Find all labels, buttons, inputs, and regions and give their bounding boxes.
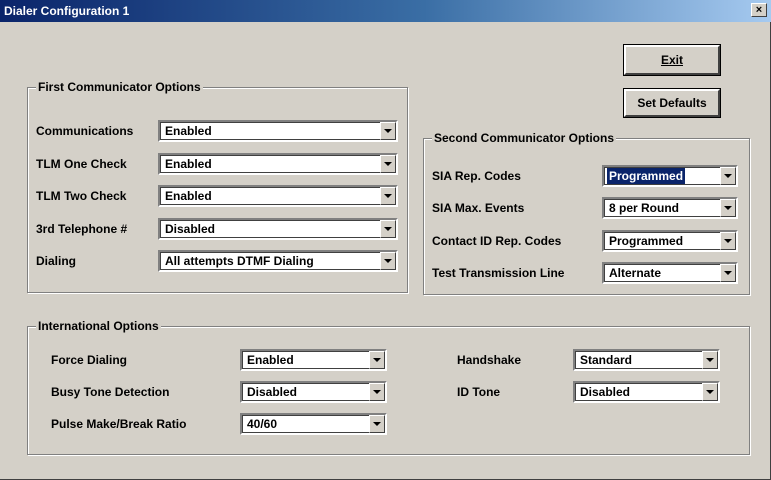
dialog-window: Dialer Configuration 1 × Exit Set Defaul… [0, 0, 771, 480]
busy-tone-detection-label: Busy Tone Detection [51, 385, 170, 399]
tlm-one-check-label: TLM One Check [36, 157, 127, 171]
sia-max-events-label: SIA Max. Events [432, 201, 525, 215]
communications-value: Enabled [165, 124, 212, 138]
chevron-down-icon[interactable] [702, 351, 718, 369]
international-options-group: International Options Force Dialing Enab… [27, 319, 750, 455]
pulse-make-break-label: Pulse Make/Break Ratio [51, 417, 187, 431]
dialing-label: Dialing [36, 254, 77, 268]
contact-id-rep-codes-label: Contact ID Rep. Codes [432, 234, 562, 248]
tlm-one-check-value: Enabled [165, 157, 212, 171]
handshake-select[interactable]: Standard [573, 349, 720, 371]
sia-rep-codes-value: Programmed [607, 168, 686, 184]
international-options-title: International Options [36, 319, 161, 333]
test-transmission-line-label: Test Transmission Line [432, 266, 565, 280]
busy-tone-detection-select[interactable]: Disabled [240, 381, 387, 403]
dialing-select[interactable]: All attempts DTMF Dialing [158, 250, 398, 272]
close-button[interactable]: × [751, 3, 767, 17]
second-communicator-group: Second Communicator Options SIA Rep. Cod… [423, 131, 750, 295]
third-telephone-label: 3rd Telephone # [36, 222, 128, 236]
sia-max-events-value: 8 per Round [609, 201, 680, 215]
first-communicator-group: First Communicator Options Communication… [27, 80, 408, 293]
third-telephone-select[interactable]: Disabled [158, 218, 398, 240]
force-dialing-value: Enabled [247, 353, 294, 367]
second-communicator-title: Second Communicator Options [432, 131, 617, 145]
chevron-down-icon[interactable] [380, 155, 396, 173]
communications-label: Communications [36, 124, 134, 138]
chevron-down-icon[interactable] [720, 232, 736, 250]
tlm-two-check-value: Enabled [165, 189, 212, 203]
chevron-down-icon[interactable] [369, 415, 385, 433]
set-defaults-button[interactable]: Set Defaults [623, 88, 721, 118]
tlm-two-check-select[interactable]: Enabled [158, 185, 398, 207]
sia-rep-codes-label: SIA Rep. Codes [432, 169, 521, 183]
communications-select[interactable]: Enabled [158, 120, 398, 142]
first-communicator-title: First Communicator Options [36, 80, 203, 94]
exit-label: Exit [660, 53, 683, 67]
chevron-down-icon[interactable] [369, 383, 385, 401]
tlm-one-check-select[interactable]: Enabled [158, 153, 398, 175]
set-defaults-label: Set Defaults [637, 96, 707, 110]
handshake-value: Standard [580, 353, 633, 367]
busy-tone-detection-value: Disabled [247, 385, 298, 399]
id-tone-select[interactable]: Disabled [573, 381, 720, 403]
chevron-down-icon[interactable] [702, 383, 718, 401]
id-tone-value: Disabled [580, 385, 631, 399]
chevron-down-icon[interactable] [380, 252, 396, 270]
contact-id-rep-codes-select[interactable]: Programmed [602, 230, 738, 252]
test-transmission-line-select[interactable]: Alternate [602, 262, 738, 284]
title-bar: Dialer Configuration 1 × [0, 0, 771, 22]
chevron-down-icon[interactable] [720, 167, 736, 185]
chevron-down-icon[interactable] [380, 122, 396, 140]
chevron-down-icon[interactable] [380, 220, 396, 238]
handshake-label: Handshake [457, 353, 522, 367]
chevron-down-icon[interactable] [720, 264, 736, 282]
pulse-make-break-value: 40/60 [247, 417, 278, 431]
chevron-down-icon[interactable] [380, 187, 396, 205]
sia-rep-codes-select[interactable]: Programmed [602, 165, 738, 187]
force-dialing-label: Force Dialing [51, 353, 128, 367]
chevron-down-icon[interactable] [369, 351, 385, 369]
tlm-two-check-label: TLM Two Check [36, 189, 127, 203]
sia-max-events-select[interactable]: 8 per Round [602, 197, 738, 219]
contact-id-rep-codes-value: Programmed [609, 234, 684, 248]
exit-button[interactable]: Exit [623, 44, 721, 76]
window-title: Dialer Configuration 1 [4, 4, 130, 18]
id-tone-label: ID Tone [457, 385, 501, 399]
test-transmission-line-value: Alternate [609, 266, 662, 280]
chevron-down-icon[interactable] [720, 199, 736, 217]
pulse-make-break-select[interactable]: 40/60 [240, 413, 387, 435]
third-telephone-value: Disabled [165, 222, 216, 236]
dialing-value: All attempts DTMF Dialing [165, 254, 314, 268]
force-dialing-select[interactable]: Enabled [240, 349, 387, 371]
